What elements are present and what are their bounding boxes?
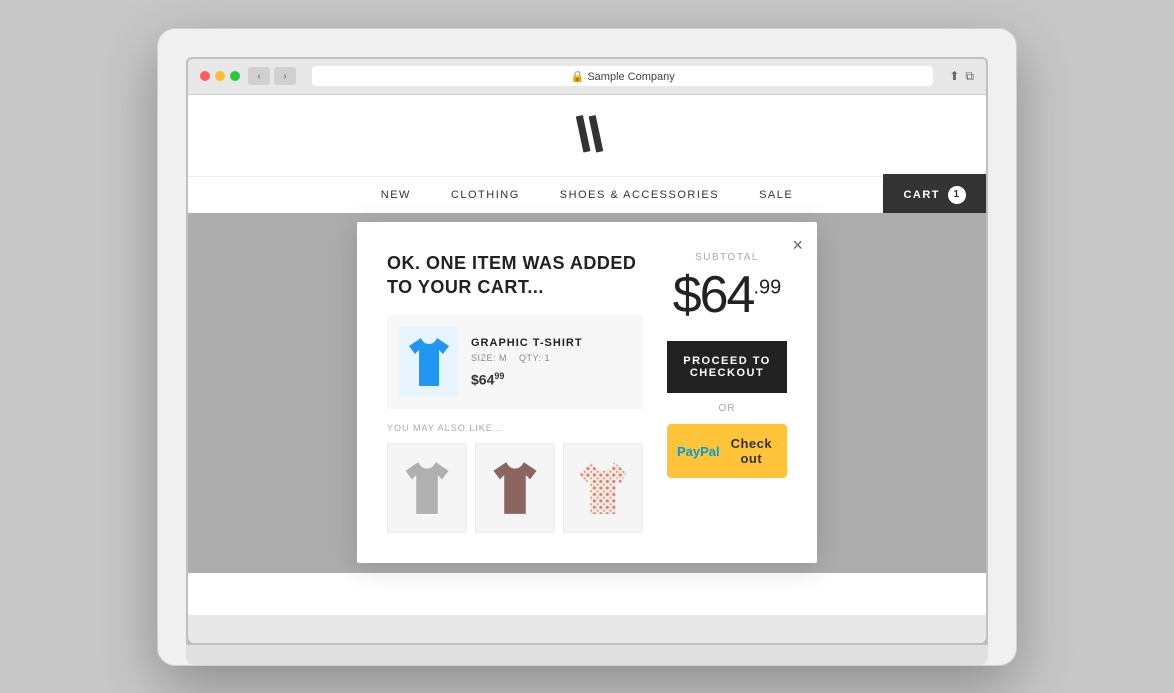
gray-tshirt-icon xyxy=(403,460,451,516)
screen-content: × OK. ONE ITEM WAS ADDED TO YOUR CART... xyxy=(188,213,986,573)
laptop-screen: ‹ › 🔒 Sample Company ⬆ ⧉ xyxy=(186,57,988,645)
suggestion-items xyxy=(387,443,643,533)
logo-icon xyxy=(567,115,607,155)
proceed-checkout-button[interactable]: PROCEED TO CHECKOUT xyxy=(667,341,787,393)
cart-nav-button[interactable]: CART 1 xyxy=(883,174,986,216)
nav-items: NEW CLOTHING SHOES & ACCESSORIES SALE xyxy=(381,177,793,213)
price-dollars: $64 xyxy=(673,266,754,324)
paypal-logo: PayPal xyxy=(677,444,720,459)
nav-item-clothing[interactable]: CLOTHING xyxy=(451,189,520,201)
browser-bar: ‹ › 🔒 Sample Company ⬆ ⧉ xyxy=(188,59,986,95)
cart-item-details: GRAPHIC T-SHIRT SIZE: M QTY: 1 $ xyxy=(471,337,631,388)
cart-item: GRAPHIC T-SHIRT SIZE: M QTY: 1 $ xyxy=(387,315,643,409)
subtotal-price: $64.99 xyxy=(673,269,782,321)
browser-actions: ⬆ ⧉ xyxy=(949,69,974,84)
or-divider: OR xyxy=(719,403,736,414)
tabs-button[interactable]: ⧉ xyxy=(965,69,974,84)
nav-item-new[interactable]: NEW xyxy=(381,189,411,201)
forward-button[interactable]: › xyxy=(274,67,296,85)
modal-close-button[interactable]: × xyxy=(792,236,803,254)
item-qty: QTY: 1 xyxy=(519,353,550,363)
paypal-checkout-button[interactable]: PayPal Check out xyxy=(667,424,787,478)
item-name: GRAPHIC T-SHIRT xyxy=(471,337,631,349)
nav-item-sale[interactable]: SALE xyxy=(759,189,793,201)
cart-modal: × OK. ONE ITEM WAS ADDED TO YOUR CART... xyxy=(357,222,817,563)
nav-item-shoes[interactable]: SHOES & ACCESSORIES xyxy=(560,189,719,201)
site-container: NEW CLOTHING SHOES & ACCESSORIES SALE CA… xyxy=(188,95,986,615)
url-bar[interactable]: 🔒 Sample Company xyxy=(312,66,933,86)
close-dot[interactable] xyxy=(200,71,210,81)
brown-tshirt-icon xyxy=(491,460,539,516)
modal-left: OK. ONE ITEM WAS ADDED TO YOUR CART... xyxy=(387,252,643,533)
suggestion-item-1[interactable] xyxy=(387,443,467,533)
modal-overlay: × OK. ONE ITEM WAS ADDED TO YOUR CART... xyxy=(188,213,986,573)
tshirt-blue-icon xyxy=(407,336,451,388)
modal-title: OK. ONE ITEM WAS ADDED TO YOUR CART... xyxy=(387,252,643,299)
suggestion-item-2[interactable] xyxy=(475,443,555,533)
item-price: $6499 xyxy=(471,371,631,388)
laptop-bottom-bar xyxy=(188,615,986,643)
suggestion-item-3[interactable] xyxy=(563,443,643,533)
site-background: NEW CLOTHING SHOES & ACCESSORIES SALE CA… xyxy=(188,95,986,615)
paypal-checkout-text: Check out xyxy=(726,436,777,466)
browser-nav: ‹ › xyxy=(248,67,296,85)
minimize-dot[interactable] xyxy=(215,71,225,81)
modal-right: SUBTOTAL $64.99 PROCEED TO CHECKOUT OR P… xyxy=(667,252,787,533)
laptop-frame: ‹ › 🔒 Sample Company ⬆ ⧉ xyxy=(157,28,1017,666)
back-button[interactable]: ‹ xyxy=(248,67,270,85)
maximize-dot[interactable] xyxy=(230,71,240,81)
modal-layout: OK. ONE ITEM WAS ADDED TO YOUR CART... xyxy=(387,252,787,533)
laptop-base xyxy=(186,645,988,665)
patterned-shirt-icon xyxy=(579,460,627,516)
site-logo xyxy=(567,115,607,160)
site-header: NEW CLOTHING SHOES & ACCESSORIES SALE CA… xyxy=(188,95,986,213)
cart-item-image xyxy=(399,327,459,397)
subtotal-label: SUBTOTAL xyxy=(695,252,759,263)
site-nav: NEW CLOTHING SHOES & ACCESSORIES SALE CA… xyxy=(188,176,986,213)
item-meta: SIZE: M QTY: 1 xyxy=(471,353,631,363)
browser-dots xyxy=(200,71,240,81)
cart-label: CART xyxy=(903,189,940,201)
url-text: 🔒 Sample Company xyxy=(571,70,675,83)
cart-count-badge: 1 xyxy=(948,186,966,204)
share-button[interactable]: ⬆ xyxy=(949,69,959,84)
item-size: SIZE: M xyxy=(471,353,507,363)
price-cents: .99 xyxy=(753,277,781,299)
you-may-like-label: YOU MAY ALSO LIKE... xyxy=(387,423,643,433)
